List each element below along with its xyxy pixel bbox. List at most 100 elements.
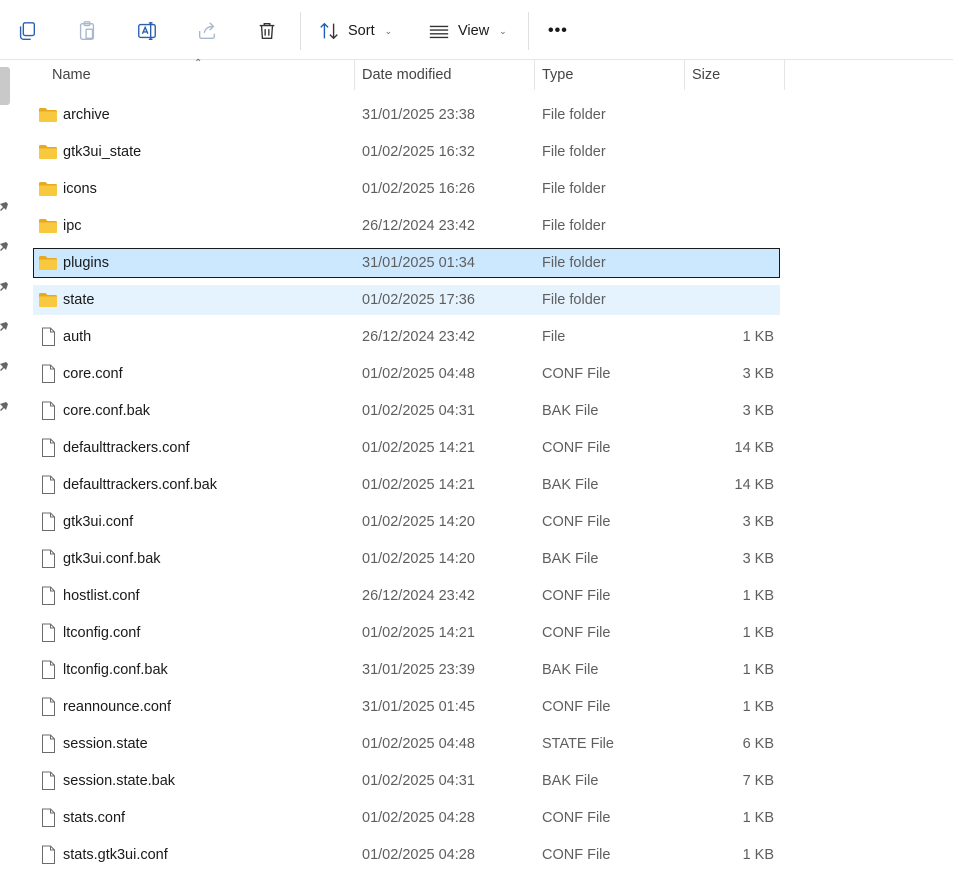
file-size: 1 KB <box>742 699 774 715</box>
file-icon <box>42 475 55 494</box>
file-size: 3 KB <box>742 403 774 419</box>
paste-icon <box>79 21 95 40</box>
file-date-modified: 01/02/2025 04:48 <box>362 366 475 382</box>
file-row[interactable]: defaulttrackers.conf 01/02/2025 14:21 CONF… <box>33 433 780 463</box>
file-size: 3 KB <box>742 366 774 382</box>
column-header-date-modified[interactable]: Date modified <box>362 60 451 90</box>
folder-row[interactable]: ipc 26/12/2024 23:42 File folder <box>33 211 780 241</box>
trash-icon <box>259 22 275 40</box>
file-icon <box>42 771 55 790</box>
file-date-modified: 01/02/2025 17:36 <box>362 292 475 308</box>
folder-row[interactable]: state 01/02/2025 17:36 File folder <box>33 285 780 315</box>
column-divider[interactable] <box>534 60 535 90</box>
sort-button[interactable]: Sort ⌄ <box>318 14 392 48</box>
view-button[interactable]: View ⌄ <box>428 14 507 48</box>
sort-ascending-icon: ⌃ <box>194 58 203 69</box>
file-row[interactable]: session.state.bak 01/02/2025 04:31 BAK Fil… <box>33 766 780 796</box>
folder-row[interactable]: gtk3ui_state 01/02/2025 16:32 File folder <box>33 137 780 167</box>
file-row[interactable]: gtk3ui.conf 01/02/2025 14:20 CONF File 3 KB <box>33 507 780 537</box>
file-name: ipc <box>63 218 82 234</box>
file-type: CONF File <box>542 588 611 604</box>
column-header-name[interactable]: Name <box>52 60 91 90</box>
file-icon <box>42 734 55 753</box>
folder-row[interactable]: archive 31/01/2025 23:38 File folder <box>33 100 780 130</box>
column-divider[interactable] <box>684 60 685 90</box>
column-header-size[interactable]: Size <box>692 60 720 90</box>
file-size: 14 KB <box>734 477 775 493</box>
file-name: defaulttrackers.conf <box>63 440 190 456</box>
file-type: File folder <box>542 107 606 123</box>
command-bar: Sort ⌄ View ⌄ ••• <box>0 0 953 60</box>
file-icon <box>42 623 55 642</box>
pin-icon <box>0 322 8 331</box>
file-row[interactable]: stats.gtk3ui.conf 01/02/2025 04:28 CONF Fi… <box>33 840 780 870</box>
file-icon <box>42 438 55 457</box>
column-header-row: ⌃ Name Date modified Type Size <box>0 58 953 90</box>
file-type: CONF File <box>542 699 611 715</box>
column-header-type[interactable]: Type <box>542 60 573 90</box>
file-icon <box>42 808 55 827</box>
more-icon: ••• <box>548 22 568 39</box>
file-row[interactable]: core.conf.bak 01/02/2025 04:31 BAK File 3 K… <box>33 396 780 426</box>
file-icon <box>42 401 55 420</box>
file-row[interactable]: ltconfig.conf.bak 31/01/2025 23:39 BAK Fil… <box>33 655 780 685</box>
paste-button[interactable] <box>70 14 104 48</box>
file-date-modified: 01/02/2025 14:20 <box>362 514 475 530</box>
file-date-modified: 01/02/2025 04:31 <box>362 403 475 419</box>
file-type: STATE File <box>542 736 614 752</box>
file-name: core.conf.bak <box>63 403 151 419</box>
file-type: BAK File <box>542 551 599 567</box>
file-date-modified: 01/02/2025 04:31 <box>362 773 475 789</box>
file-date-modified: 26/12/2024 23:42 <box>362 329 475 345</box>
file-row[interactable]: stats.conf 01/02/2025 04:28 CONF File 1 KB <box>33 803 780 833</box>
rename-button[interactable] <box>130 14 164 48</box>
folder-row[interactable]: plugins 31/01/2025 01:34 File folder <box>33 248 780 278</box>
file-icon <box>42 660 55 679</box>
column-divider[interactable] <box>354 60 355 90</box>
file-icon <box>42 845 55 864</box>
rename-icon <box>138 22 156 40</box>
share-button[interactable] <box>190 14 224 48</box>
file-row[interactable]: core.conf 01/02/2025 04:48 CONF File 3 KB <box>33 359 780 389</box>
more-options-button[interactable]: ••• <box>548 14 568 48</box>
file-type: BAK File <box>542 403 599 419</box>
folder-row[interactable]: icons 01/02/2025 16:26 File folder <box>33 174 780 204</box>
copy-button[interactable] <box>10 14 44 48</box>
folder-icon <box>39 293 57 307</box>
copy-icon <box>19 22 36 40</box>
file-name: gtk3ui.conf <box>63 514 134 530</box>
column-divider[interactable] <box>784 60 785 90</box>
file-type: CONF File <box>542 625 611 641</box>
toolbar-separator <box>300 12 301 50</box>
file-row[interactable]: auth 26/12/2024 23:42 File 1 KB <box>33 322 780 352</box>
file-size: 6 KB <box>742 736 774 752</box>
file-size: 1 KB <box>742 847 774 863</box>
file-size: 1 KB <box>742 662 774 678</box>
file-icon <box>42 364 55 383</box>
file-type: File folder <box>542 255 606 271</box>
chevron-down-icon: ⌄ <box>384 25 393 36</box>
file-name: defaulttrackers.conf.bak <box>63 477 217 493</box>
file-row[interactable]: defaulttrackers.conf.bak 01/02/2025 14:21… <box>33 470 780 500</box>
file-icon <box>42 327 55 346</box>
pin-icon <box>0 402 8 411</box>
delete-button[interactable] <box>250 14 284 48</box>
file-row[interactable]: hostlist.conf 26/12/2024 23:42 CONF File 1 … <box>33 581 780 611</box>
file-size: 7 KB <box>742 773 774 789</box>
file-date-modified: 01/02/2025 14:21 <box>362 625 475 641</box>
file-name: session.state <box>63 736 148 752</box>
file-date-modified: 26/12/2024 23:42 <box>362 218 475 234</box>
folder-icon <box>39 256 57 270</box>
file-date-modified: 31/01/2025 23:38 <box>362 107 475 123</box>
file-row[interactable]: reannounce.conf 31/01/2025 01:45 CONF File… <box>33 692 780 722</box>
file-row[interactable]: ltconfig.conf 01/02/2025 14:21 CONF File 1 … <box>33 618 780 648</box>
file-type: BAK File <box>542 773 599 789</box>
file-icon <box>42 586 55 605</box>
file-name: icons <box>63 181 97 197</box>
file-name: state <box>63 292 95 308</box>
file-date-modified: 01/02/2025 16:32 <box>362 144 475 160</box>
file-row[interactable]: gtk3ui.conf.bak 01/02/2025 14:20 BAK File 3… <box>33 544 780 574</box>
file-row[interactable]: session.state 01/02/2025 04:48 STATE File 6… <box>33 729 780 759</box>
chevron-down-icon: ⌄ <box>499 25 507 36</box>
file-name: plugins <box>63 255 109 271</box>
